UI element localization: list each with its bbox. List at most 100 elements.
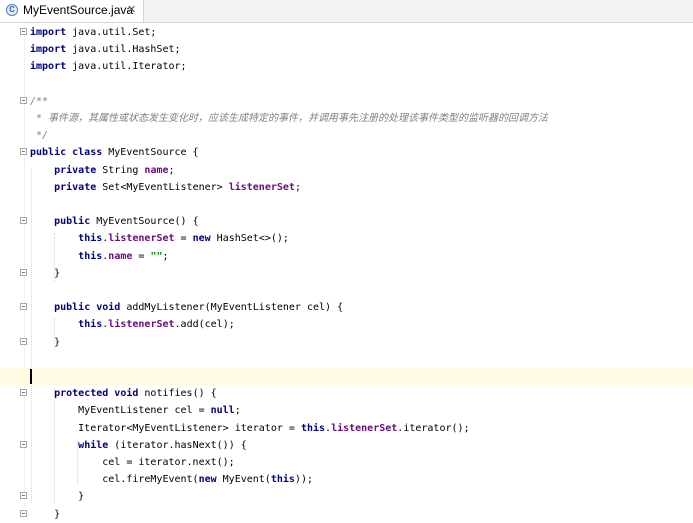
java-class-icon: C [6,4,18,16]
code-line[interactable]: public void addMyListener(MyEventListene… [0,299,693,316]
code-token: .iterator(); [397,422,470,434]
code-token: ; [168,164,175,176]
fold-marker-icon[interactable] [20,268,27,276]
code-line[interactable]: cel = iterator.next(); [0,454,693,471]
fold-marker-icon[interactable] [20,96,27,104]
fold-marker-icon[interactable] [20,389,27,397]
code-text: private String name; [30,162,175,179]
fold-marker-icon[interactable] [20,492,27,500]
code-token: new [192,233,211,245]
code-token: = [132,250,151,262]
code-text: } [30,506,60,523]
code-text: this.listenerSet.add(cel); [30,316,235,333]
code-token: private [54,164,97,176]
code-token: listenerSet [331,422,398,434]
code-line[interactable]: public MyEventSource() { [0,213,693,230]
code-token: public class [30,147,103,159]
code-line[interactable]: private Set<MyEventListener> listenerSet… [0,179,693,196]
code-line[interactable]: this.name = ""; [0,248,693,265]
code-line[interactable]: } [0,488,693,505]
code-text: this.listenerSet = new HashSet<>(); [30,230,289,247]
code-line[interactable]: MyEventListener cel = null; [0,402,693,419]
code-token: MyEventSource() { [90,216,199,228]
code-token: } [30,336,61,348]
code-token: private [54,181,97,193]
code-token: notifies() { [138,388,217,400]
code-token: listenerSet [108,319,175,331]
code-line[interactable]: */ [0,127,693,144]
code-text: cel = iterator.next(); [30,454,235,471]
fold-marker-icon[interactable] [20,217,27,225]
code-text: import java.util.Set; [30,24,156,41]
code-text: */ [30,127,48,144]
fold-marker-icon[interactable] [20,509,27,517]
code-token: java.util.HashSet; [66,44,181,56]
code-text: public class MyEventSource { [30,144,199,161]
code-line[interactable] [0,282,693,299]
code-line[interactable]: } [0,506,693,523]
code-token: this [78,233,103,245]
fold-marker-icon[interactable] [20,337,27,345]
code-text: cel.fireMyEvent(new MyEvent(this)); [30,471,313,488]
fold-marker-icon[interactable] [20,148,27,156]
code-token: )); [294,474,313,486]
code-line[interactable]: Iterator<MyEventListener> iterator = thi… [0,420,693,437]
tab-myeventsource-java[interactable]: C MyEventSource.java ✕ [0,0,144,22]
code-line[interactable] [0,76,693,93]
code-line[interactable]: } [0,265,693,282]
code-line[interactable]: this.listenerSet.add(cel); [0,316,693,333]
code-line[interactable]: import java.util.Set; [0,24,693,41]
code-line[interactable]: import java.util.HashSet; [0,41,693,58]
code-token: "" [150,250,163,262]
code-token: this [270,474,295,486]
code-token: * 事件源，其属性或状态发生变化时，应该生成特定的事件，并调用事先注册的处理该事… [30,113,549,124]
code-line[interactable]: this.listenerSet = new HashSet<>(); [0,230,693,247]
code-token: listenerSet [228,181,295,193]
code-line[interactable]: private String name; [0,162,693,179]
code-token: Iterator<MyEventListener> iterator = [30,422,301,434]
code-token: ; [294,181,301,193]
code-text: } [30,488,84,505]
code-token: name [108,250,133,262]
code-token: this [78,250,103,262]
code-line[interactable]: cel.fireMyEvent(new MyEvent(this)); [0,471,693,488]
code-token: while [78,439,109,451]
code-token: this [300,422,326,434]
code-token: protected void [54,388,139,400]
code-token: MyEventListener cel = [30,405,211,417]
close-icon[interactable]: ✕ [127,3,136,16]
code-token: public [54,216,91,228]
code-line[interactable]: } [0,334,693,351]
code-line[interactable]: public class MyEventSource { [0,144,693,161]
fold-marker-icon[interactable] [20,440,27,448]
code-line[interactable]: /** [0,93,693,110]
code-editor[interactable]: import java.util.Set; import java.util.Ha… [0,23,693,520]
code-token: ; [162,250,169,262]
code-line[interactable] [0,351,693,368]
code-token: cel = iterator.next(); [30,457,235,468]
code-line[interactable] [0,196,693,213]
fold-marker-icon[interactable] [20,303,27,311]
code-line[interactable]: * 事件源，其属性或状态发生变化时，应该生成特定的事件，并调用事先注册的处理该事… [0,110,693,127]
code-line[interactable] [0,368,693,385]
code-text: public void addMyListener(MyEventListene… [30,299,343,316]
code-token: name [144,164,169,176]
text-caret [30,369,32,384]
code-token: .add(cel); [174,319,235,331]
code-token: public void [54,302,121,314]
code-line[interactable]: import java.util.Iterator; [0,58,693,75]
code-token: import [30,44,67,56]
code-text: } [30,334,60,351]
code-text: this.name = ""; [30,248,169,265]
code-line[interactable]: while (iterator.hasNext()) { [0,437,693,454]
code-line[interactable]: protected void notifies() { [0,385,693,402]
code-text: import java.util.Iterator; [30,58,187,75]
fold-marker-icon[interactable] [20,28,27,35]
code-token: MyEventSource { [102,147,199,159]
